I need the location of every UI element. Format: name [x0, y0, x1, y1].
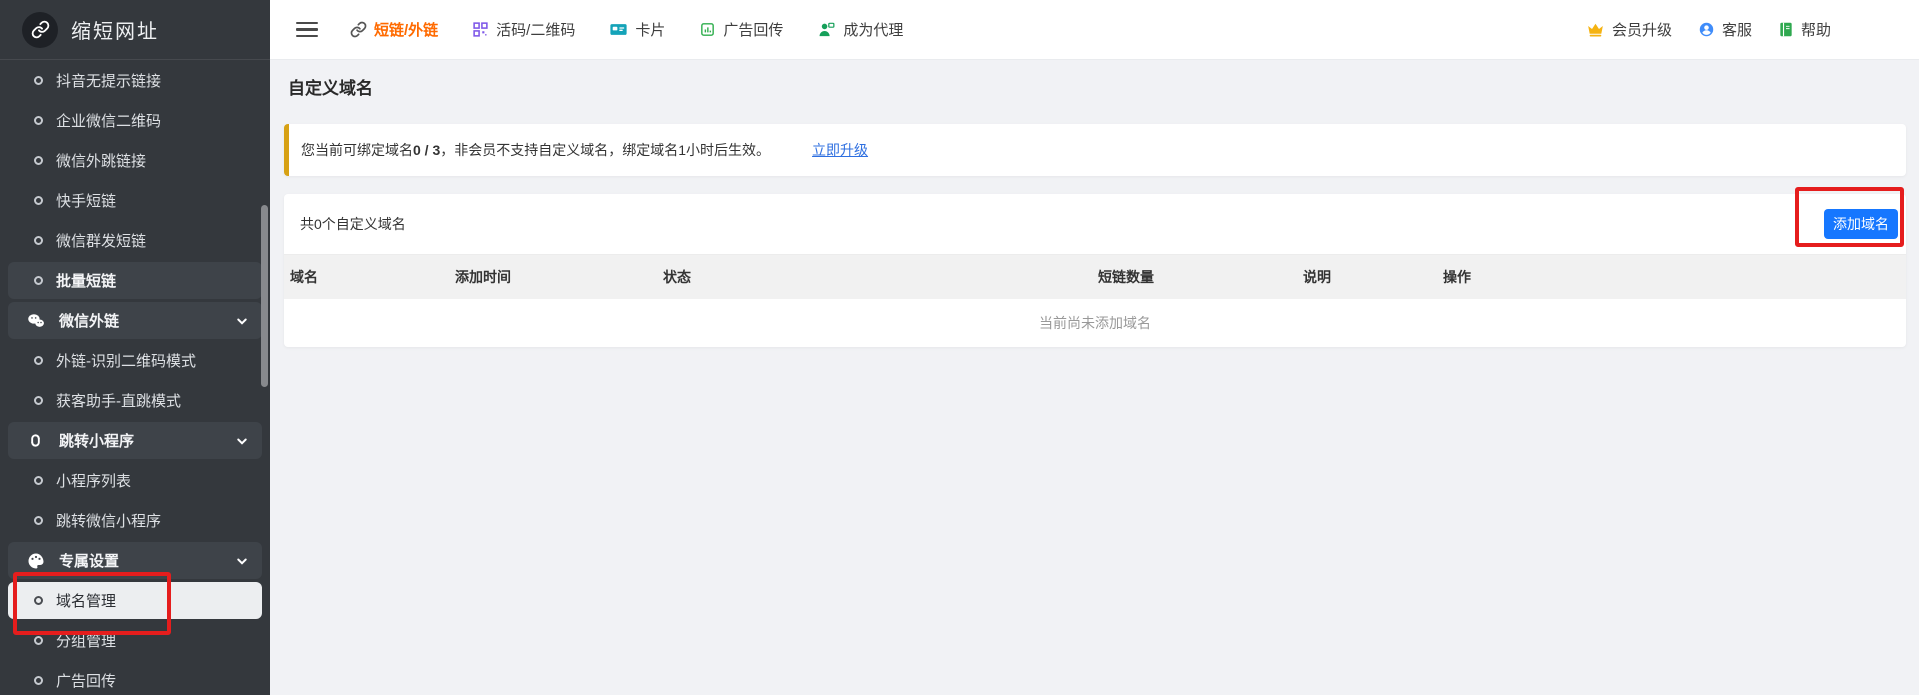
main-content: 自定义域名 您当前可绑定域名0 / 3，非会员不支持自定义域名，绑定域名1小时后… [270, 60, 1919, 695]
ad-callback-icon [699, 21, 716, 38]
card-icon [609, 21, 628, 38]
circle-bullet-icon [34, 196, 43, 205]
domain-table-card: 共0个自定义域名 添加域名 域名 添加时间 状态 短链数量 说明 操作 [284, 194, 1906, 347]
nav-become-agent[interactable]: 成为代理 [817, 19, 903, 40]
page-title: 自定义域名 [288, 78, 1906, 100]
domain-table: 域名 添加时间 状态 短链数量 说明 操作 当前尚未添加域名 [284, 255, 1906, 347]
nav-help[interactable]: 帮助 [1778, 19, 1831, 40]
sidebar-item-wechat-jump-link[interactable]: 微信外跳链接 [8, 142, 262, 179]
wechat-icon [26, 311, 46, 331]
qr-code-icon [472, 21, 489, 38]
nav-member-upgrade[interactable]: 会员升级 [1586, 19, 1672, 40]
column-description: 说明 [1297, 255, 1437, 299]
link-icon [350, 21, 367, 38]
circle-bullet-icon [34, 396, 43, 405]
agent-person-icon [817, 21, 836, 38]
crown-icon [1586, 21, 1605, 38]
nav-livecode-qrcode[interactable]: 活码/二维码 [472, 19, 575, 40]
sidebar-item-wecom-qrcode[interactable]: 企业微信二维码 [8, 102, 262, 139]
circle-bullet-icon [34, 236, 43, 245]
quota-notice-text: 您当前可绑定域名0 / 3，非会员不支持自定义域名，绑定域名1小时后生效。 [301, 140, 770, 160]
sidebar-item-ad-callback[interactable]: 广告回传 [8, 662, 262, 695]
miniprogram-icon [26, 431, 46, 451]
empty-state-text: 当前尚未添加域名 [284, 299, 1906, 347]
empty-state-row: 当前尚未添加域名 [284, 299, 1906, 347]
circle-bullet-icon [34, 356, 43, 365]
sidebar-item-kuaishou-shortlink[interactable]: 快手短链 [8, 182, 262, 219]
circle-bullet-icon [34, 636, 43, 645]
circle-bullet-icon [34, 596, 43, 605]
circle-bullet-icon [34, 676, 43, 685]
palette-icon [26, 551, 46, 571]
circle-bullet-icon [34, 276, 43, 285]
domain-count-summary: 共0个自定义域名 [300, 214, 406, 234]
quota-value: 0 / 3 [413, 142, 440, 158]
nav-ad-callback[interactable]: 广告回传 [699, 19, 783, 40]
nav-card[interactable]: 卡片 [609, 19, 665, 40]
circle-bullet-icon [34, 76, 43, 85]
sidebar-item-batch-shortlink[interactable]: 批量短链 [8, 262, 262, 299]
nav-customer-service[interactable]: 客服 [1698, 19, 1752, 40]
circle-bullet-icon [34, 156, 43, 165]
link-logo-icon [22, 12, 58, 48]
help-book-icon [1778, 21, 1794, 38]
add-domain-button[interactable]: 添加域名 [1824, 209, 1898, 239]
hamburger-menu-icon[interactable] [296, 22, 318, 37]
sidebar-item-wechat-group-shortlink[interactable]: 微信群发短链 [8, 222, 262, 259]
upgrade-now-link[interactable]: 立即升级 [812, 140, 868, 160]
circle-bullet-icon [34, 476, 43, 485]
quota-notice-bar: 您当前可绑定域名0 / 3，非会员不支持自定义域名，绑定域名1小时后生效。 立即… [284, 124, 1906, 176]
app-title: 缩短网址 [71, 15, 159, 44]
sidebar-scrollbar-thumb[interactable] [261, 205, 268, 387]
top-navigation: 短链/外链 活码/二维码 卡片 广告回传 [350, 19, 903, 40]
sidebar-section-exclusive-settings[interactable]: 专属设置 [8, 542, 262, 579]
sidebar-item-douyin-link[interactable]: 抖音无提示链接 [8, 62, 262, 99]
topbar: 短链/外链 活码/二维码 卡片 广告回传 [270, 0, 1919, 60]
sidebar-item-group-management[interactable]: 分组管理 [8, 622, 262, 659]
sidebar-menu: 抖音无提示链接 企业微信二维码 微信外跳链接 快手短链 微信群发短链 批量短链 [0, 60, 270, 695]
sidebar-item-leads-direct-mode[interactable]: 获客助手-直跳模式 [8, 382, 262, 419]
chevron-down-icon [236, 435, 248, 447]
table-header-row: 域名 添加时间 状态 短链数量 说明 操作 [284, 255, 1906, 299]
sidebar-item-domain-management[interactable]: 域名管理 [8, 582, 262, 619]
chevron-down-icon [236, 315, 248, 327]
nav-shortlink-outlink[interactable]: 短链/外链 [350, 19, 438, 40]
app-logo: 缩短网址 [0, 0, 270, 60]
column-status: 状态 [657, 255, 1092, 299]
column-added-time: 添加时间 [449, 255, 657, 299]
circle-bullet-icon [34, 116, 43, 125]
sidebar-section-jump-miniprogram[interactable]: 跳转小程序 [8, 422, 262, 459]
sidebar: 缩短网址 抖音无提示链接 企业微信二维码 微信外跳链接 快手短链 微信群发短链 … [0, 0, 270, 695]
sidebar-section-wechat-outlink[interactable]: 微信外链 [8, 302, 262, 339]
column-domain: 域名 [284, 255, 449, 299]
sidebar-item-outlink-qr-mode[interactable]: 外链-识别二维码模式 [8, 342, 262, 379]
topbar-right-group: 会员升级 客服 帮助 [1586, 19, 1831, 40]
chevron-down-icon [236, 555, 248, 567]
sidebar-item-jump-wechat-miniprogram[interactable]: 跳转微信小程序 [8, 502, 262, 539]
column-actions: 操作 [1437, 255, 1906, 299]
column-shortlink-count: 短链数量 [1092, 255, 1297, 299]
card-header: 共0个自定义域名 添加域名 [284, 194, 1906, 255]
sidebar-item-miniprogram-list[interactable]: 小程序列表 [8, 462, 262, 499]
customer-service-icon [1698, 21, 1715, 38]
circle-bullet-icon [34, 516, 43, 525]
